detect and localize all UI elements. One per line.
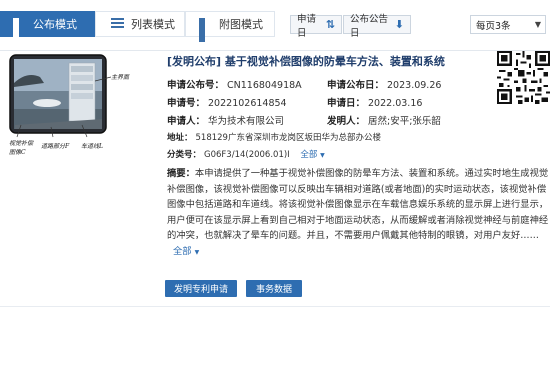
triangle-down-icon: ▼ bbox=[320, 152, 325, 159]
triangle-down-icon: ▼ bbox=[194, 248, 200, 256]
image-grid-icon bbox=[199, 17, 213, 42]
sort-updown-icon: ⇅ bbox=[325, 18, 335, 31]
pub-no-field: 申请公布号： CN116804918A bbox=[167, 77, 302, 91]
invention-application-button[interactable]: 发明专利申请 bbox=[165, 280, 237, 297]
per-page-select[interactable]: 每页3条 ▼ bbox=[470, 15, 546, 34]
more-label: 全部 bbox=[173, 245, 192, 257]
app-no-field: 申请号： 2022102614854 bbox=[167, 95, 287, 109]
sort-by-publication-date[interactable]: 公布公告日 ⬇ bbox=[343, 14, 411, 39]
view-toolbar: 公布模式 列表模式 附图模式 申请日 ⇅ 公布公告日 ⬇ 每页3条 ▼ bbox=[0, 11, 550, 42]
inventor-label: 发明人： bbox=[327, 116, 366, 127]
grid-icon bbox=[13, 17, 27, 42]
abstract-all-link[interactable]: 全部 ▼ bbox=[173, 246, 199, 257]
tab-label: 公布模式 bbox=[33, 18, 77, 31]
affairs-data-button[interactable]: 事务数据 bbox=[246, 280, 302, 297]
list-icon bbox=[111, 17, 125, 31]
address-label: 地址： bbox=[167, 133, 193, 143]
pub-no-value: CN116804918A bbox=[227, 80, 302, 91]
chevron-down-icon: ▼ bbox=[534, 20, 541, 29]
label-road-part: 道路部分F bbox=[41, 143, 70, 150]
app-no-label: 申请号： bbox=[167, 98, 206, 109]
applicant-field: 申请人： 华为技术有限公司 bbox=[167, 113, 284, 127]
tab-label: 附图模式 bbox=[219, 18, 263, 31]
pub-date-value: 2023.09.26 bbox=[387, 80, 442, 91]
pub-no-label: 申请公布号： bbox=[167, 80, 225, 91]
pub-date-field: 申请公布日： 2023.09.26 bbox=[327, 77, 441, 91]
applicant-value: 华为技术有限公司 bbox=[208, 116, 285, 127]
label-lane-line: 车道线L bbox=[81, 143, 103, 150]
tab-list-mode[interactable]: 列表模式 bbox=[95, 11, 185, 37]
address-field: 地址： 518129广东省深圳市龙岗区坂田华为总部办公楼 bbox=[167, 131, 381, 143]
classification-label: 分类号： bbox=[167, 150, 202, 160]
button-label: 发明专利申请 bbox=[173, 285, 228, 295]
classification-all-link[interactable]: 全部 ▼ bbox=[300, 150, 324, 160]
abstract-text: 本申请提供了一种基于视觉补偿图像的防晕车方法、装置和系统。通过实时地生成视觉补偿… bbox=[167, 168, 549, 242]
label-compensation-image: 视觉补偿图像C bbox=[9, 140, 34, 156]
all-label: 全部 bbox=[300, 150, 318, 160]
classification-field: 分类号： G06F3/14(2006.01)I 全部 ▼ bbox=[167, 148, 325, 160]
pub-date-label: 申请公布日： bbox=[327, 80, 385, 91]
sort-label: 申请日 bbox=[297, 13, 317, 39]
app-date-field: 申请日： 2022.03.16 bbox=[327, 95, 422, 109]
card-divider bbox=[0, 306, 550, 307]
abstract-label: 摘要： bbox=[167, 168, 195, 179]
address-value: 518129广东省深圳市龙岗区坂田华为总部办公楼 bbox=[195, 133, 381, 143]
app-date-value: 2022.03.16 bbox=[368, 98, 423, 109]
label-main-screen: 主界面 bbox=[111, 74, 130, 81]
abstract-block: 摘要：本申请提供了一种基于视觉补偿图像的防晕车方法、装置和系统。通过实时地生成视… bbox=[167, 166, 550, 261]
tab-publication-mode[interactable]: 公布模式 bbox=[0, 11, 95, 42]
tab-label: 列表模式 bbox=[131, 18, 175, 31]
button-label: 事务数据 bbox=[255, 285, 292, 295]
patent-title[interactable]: [发明公布] 基于视觉补偿图像的防晕车方法、装置和系统 bbox=[167, 53, 445, 69]
sort-down-icon: ⬇ bbox=[394, 18, 404, 31]
app-date-label: 申请日： bbox=[327, 98, 366, 109]
classification-value: G06F3/14(2006.01)I bbox=[204, 150, 290, 160]
inventor-value: 居然;安平;张乐韶 bbox=[368, 116, 441, 127]
per-page-value: 每页3条 bbox=[476, 20, 511, 32]
sort-by-application-date[interactable]: 申请日 ⇅ bbox=[290, 14, 342, 39]
applicant-label: 申请人： bbox=[167, 116, 206, 127]
app-no-value: 2022102614854 bbox=[208, 98, 287, 109]
tab-figure-mode[interactable]: 附图模式 bbox=[185, 11, 275, 42]
inventor-field: 发明人： 居然;安平;张乐韶 bbox=[327, 113, 441, 127]
patent-figure-thumbnail[interactable]: 主界面 视觉补偿图像C 道路部分F 车道线L bbox=[7, 53, 134, 161]
sort-label: 公布公告日 bbox=[350, 13, 389, 39]
qr-code-image bbox=[497, 51, 550, 104]
